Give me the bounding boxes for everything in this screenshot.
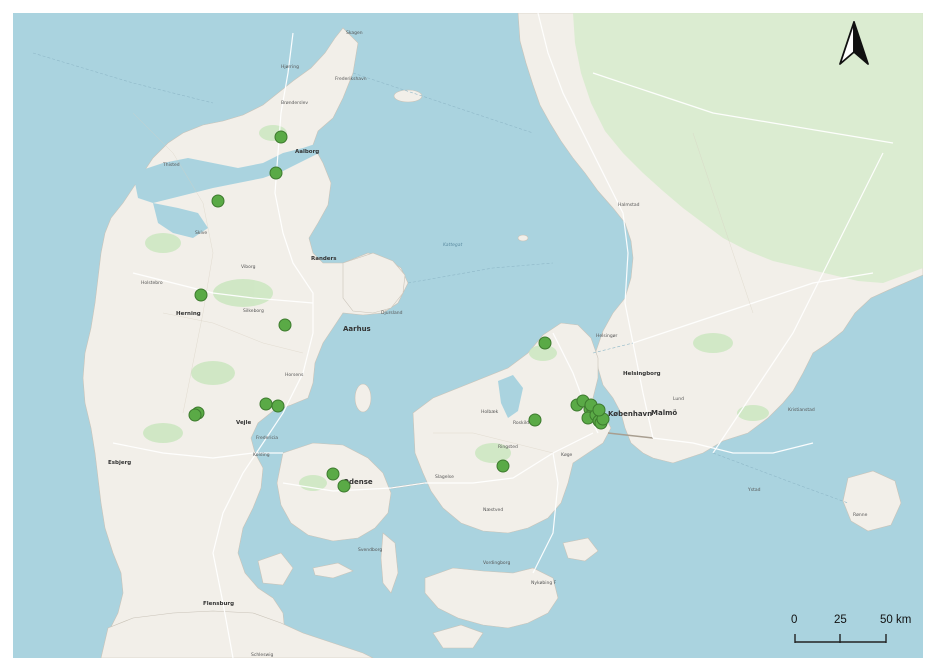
location-point[interactable] (528, 413, 542, 427)
map-canvas[interactable]: Skagen Hjørring Frederikshavn Brønderslev Aa… (13, 13, 923, 658)
location-point[interactable] (326, 467, 340, 481)
location-point[interactable] (194, 288, 208, 302)
location-point[interactable] (496, 459, 510, 473)
location-point[interactable] (211, 194, 225, 208)
scale-bar-graphic (794, 634, 887, 643)
scale-bar: 0 25 50 km (780, 612, 920, 652)
location-point[interactable] (337, 479, 351, 493)
location-point[interactable] (274, 130, 288, 144)
location-point[interactable] (259, 397, 273, 411)
location-point[interactable] (188, 408, 202, 422)
location-point[interactable] (269, 166, 283, 180)
north-arrow-icon (839, 21, 869, 65)
location-point[interactable] (538, 336, 552, 350)
points-layer (188, 130, 610, 493)
location-point[interactable] (278, 318, 292, 332)
location-point[interactable] (592, 403, 606, 417)
location-point[interactable] (271, 399, 285, 413)
